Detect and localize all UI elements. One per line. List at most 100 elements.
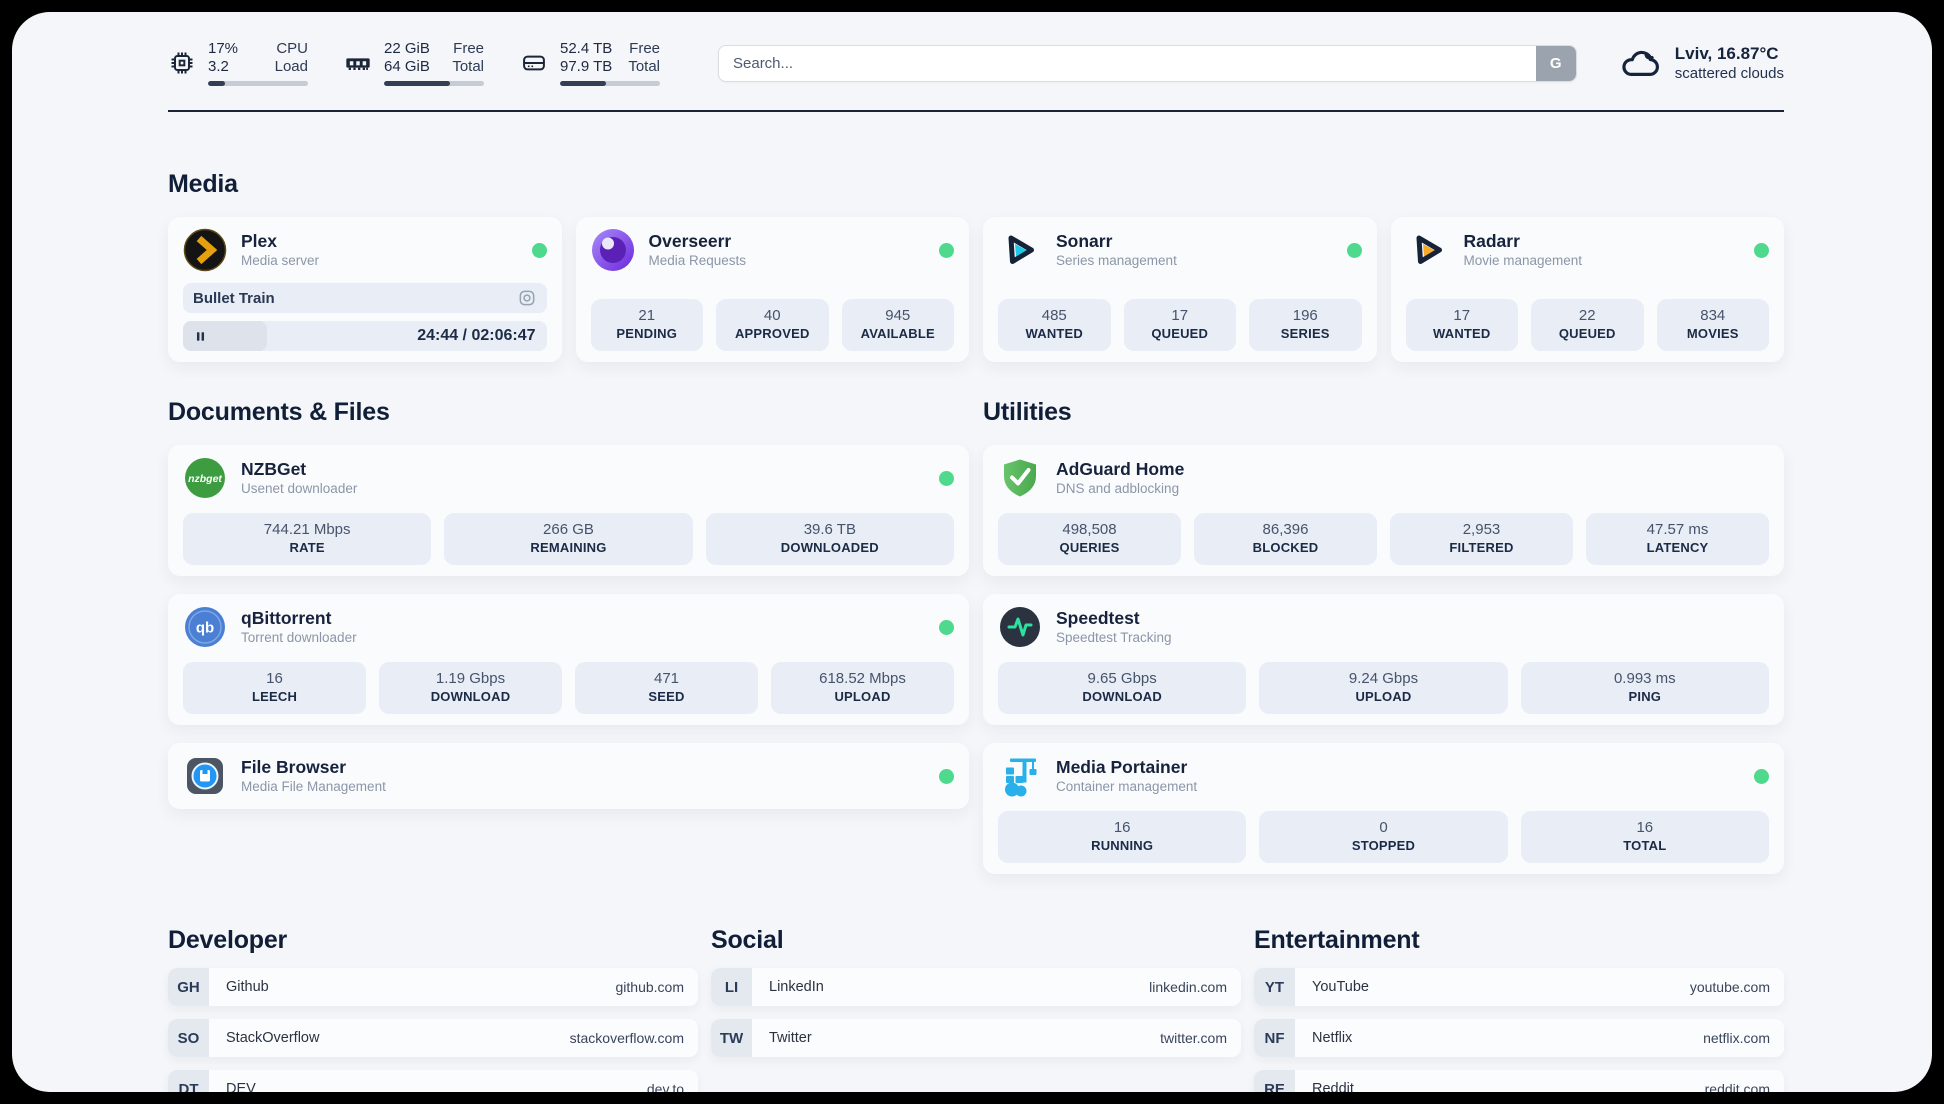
stat-downloaded: 39.6 TB DOWNLOADED xyxy=(705,513,954,565)
app-card-speedtest[interactable]: Speedtest Speedtest Tracking 9.65 Gbps DOWN… xyxy=(983,594,1784,725)
stat-value: 485 xyxy=(1041,307,1067,324)
stat-upload: 618.52 Mbps UPLOAD xyxy=(771,662,954,714)
link-name: DEV xyxy=(226,1081,256,1092)
link-row-reddit[interactable]: RE Reddit reddit.com xyxy=(1254,1070,1784,1092)
stat-movies: 834 MOVIES xyxy=(1656,299,1769,351)
playback-progressbar[interactable]: 24:44 / 02:06:47 xyxy=(183,321,547,351)
section-title-developer: Developer xyxy=(168,926,288,954)
app-card-plex[interactable]: Plex Media server Bullet Train 24:44 / 02:0… xyxy=(168,217,562,362)
stat-label: DOWNLOAD xyxy=(430,689,511,704)
stat-value: 0.993 ms xyxy=(1613,670,1676,687)
link-badge: YT xyxy=(1254,968,1295,1006)
app-subtitle: Media server xyxy=(241,253,320,268)
search-engine-button[interactable]: G xyxy=(1535,45,1576,81)
stat-wanted: 485 WANTED xyxy=(998,299,1111,351)
search-bar: G xyxy=(718,44,1577,82)
media-cards-grid: Plex Media server Bullet Train 24:44 / 02:0… xyxy=(168,217,1784,362)
links-column-developer: Developer GH Github github.com SO StackOverfl… xyxy=(168,926,698,1092)
search-input[interactable] xyxy=(718,44,1577,82)
dashboard-panel: 17% CPU 3.2 Load 22 GiB Free 64 GiB Total 52… xyxy=(12,12,1932,1092)
app-titles: AdGuard Home DNS and adblocking xyxy=(1056,458,1184,498)
stat-value: 498,508 xyxy=(1062,521,1117,538)
playback-time: 24:44 / 02:06:47 xyxy=(417,327,536,344)
app-name: qBittorrent xyxy=(241,608,332,628)
weather-widget: Lviv, 16.87°C scattered clouds xyxy=(1619,42,1784,84)
stat-remaining: 266 GB REMAINING xyxy=(444,513,693,565)
utilities-cards-stack: AdGuard Home DNS and adblocking 498,508 QUE… xyxy=(983,445,1784,874)
link-row-twitter[interactable]: TW Twitter twitter.com xyxy=(711,1019,1241,1057)
documents-column: Documents & Files nzbget NZBGet Usenet dow… xyxy=(168,398,969,874)
status-dot-online xyxy=(531,242,547,258)
app-titles: File Browser Media File Management xyxy=(241,756,386,796)
weather-location-temp: Lviv, 16.87°C xyxy=(1674,44,1779,63)
link-row-dev[interactable]: DT DEV dev.to xyxy=(168,1070,698,1092)
link-row-github[interactable]: GH Github github.com xyxy=(168,968,698,1006)
link-badge: NF xyxy=(1254,1019,1295,1057)
link-url: linkedin.com xyxy=(1149,979,1227,995)
stat-label: WANTED xyxy=(1432,326,1491,341)
cpu-load-value: 3.2 xyxy=(208,58,229,75)
link-name: Twitter xyxy=(769,1030,812,1046)
stat-seed: 471 SEED xyxy=(575,662,758,714)
link-row-linkedin[interactable]: LI LinkedIn linkedin.com xyxy=(711,968,1241,1006)
status-dot-online xyxy=(1346,242,1362,258)
stat-value: 21 xyxy=(638,307,656,324)
app-card-head: Media Portainer Container management xyxy=(998,754,1769,798)
qbittorrent-icon: qb xyxy=(183,605,227,649)
ram-icon xyxy=(344,49,372,77)
app-card-adguard-home[interactable]: AdGuard Home DNS and adblocking 498,508 QUE… xyxy=(983,445,1784,576)
app-name: Plex xyxy=(241,231,277,251)
app-subtitle: Media File Management xyxy=(241,779,386,794)
filebrowser-icon xyxy=(183,754,227,798)
header-divider xyxy=(168,110,1784,112)
app-titles: Overseerr Media Requests xyxy=(649,230,747,270)
header: 17% CPU 3.2 Load 22 GiB Free 64 GiB Total 52… xyxy=(168,40,1784,86)
stat-value: 9.65 Gbps xyxy=(1087,670,1157,687)
stat-value: 16 xyxy=(1113,819,1131,836)
app-card-head: Speedtest Speedtest Tracking xyxy=(998,605,1769,649)
stat-queries: 498,508 QUERIES xyxy=(998,513,1181,565)
screenshot-icon[interactable] xyxy=(517,288,537,308)
stat-value: 39.6 TB xyxy=(803,521,856,538)
link-name: LinkedIn xyxy=(769,979,824,995)
radarr-icon xyxy=(1406,228,1450,272)
stats-row: 485 WANTED 17 QUEUED 196 SERIES xyxy=(998,286,1362,351)
memory-label-top: Free xyxy=(453,40,484,57)
app-card-sonarr[interactable]: Sonarr Series management 485 WANTED 17 QUEUED… xyxy=(983,217,1377,362)
link-row-youtube[interactable]: YT YouTube youtube.com xyxy=(1254,968,1784,1006)
plex-icon xyxy=(183,228,227,272)
storage-stat: 52.4 TB Free 97.9 TB Total xyxy=(520,40,660,86)
status-dot-online xyxy=(1754,768,1769,784)
link-row-netflix[interactable]: NF Netflix netflix.com xyxy=(1254,1019,1784,1057)
weather-condition: scattered clouds xyxy=(1674,65,1784,82)
app-card-head: Radarr Movie management xyxy=(1406,228,1769,272)
app-card-nzbget[interactable]: nzbget NZBGet Usenet downloader 744.21 Mbps… xyxy=(168,445,969,576)
app-card-qbittorrent[interactable]: qb qBittorrent Torrent downloader 16 LEECH 1.… xyxy=(168,594,969,725)
stat-label: WANTED xyxy=(1025,326,1084,341)
app-titles: qBittorrent Torrent downloader xyxy=(241,607,357,647)
app-name: AdGuard Home xyxy=(1056,459,1185,479)
link-name: StackOverflow xyxy=(226,1030,320,1046)
stat-label: AVAILABLE xyxy=(860,326,935,341)
svg-text:qb: qb xyxy=(196,620,214,637)
stat-value: 2,953 xyxy=(1462,521,1501,538)
stat-running: 16 RUNNING xyxy=(998,811,1247,863)
status-dot-online xyxy=(939,768,954,784)
link-badge: DT xyxy=(168,1070,209,1092)
app-card-overseerr[interactable]: Overseerr Media Requests 21 PENDING 40 APPROV… xyxy=(575,217,969,362)
stat-download: 9.65 Gbps DOWNLOAD xyxy=(998,662,1247,714)
link-row-stackoverflow[interactable]: SO StackOverflow stackoverflow.com xyxy=(168,1019,698,1057)
pause-icon[interactable] xyxy=(192,328,209,345)
link-url: youtube.com xyxy=(1689,979,1770,995)
disk-icon xyxy=(520,49,548,77)
portainer-icon xyxy=(998,754,1042,798)
app-name: NZBGet xyxy=(241,459,307,479)
memory-progressbar xyxy=(384,81,484,86)
stats-row: 16 RUNNING 0 STOPPED 16 TOTAL xyxy=(998,798,1769,863)
app-card-radarr[interactable]: Radarr Movie management 17 WANTED 22 QUEUED 83… xyxy=(1390,217,1784,362)
app-titles: Speedtest Speedtest Tracking xyxy=(1056,607,1172,647)
app-subtitle: DNS and adblocking xyxy=(1056,481,1180,496)
app-card-media-portainer[interactable]: Media Portainer Container management 16 RUN… xyxy=(983,743,1784,874)
stat-approved: 40 APPROVED xyxy=(716,299,829,351)
app-card-file-browser[interactable]: File Browser Media File Management xyxy=(168,743,969,809)
